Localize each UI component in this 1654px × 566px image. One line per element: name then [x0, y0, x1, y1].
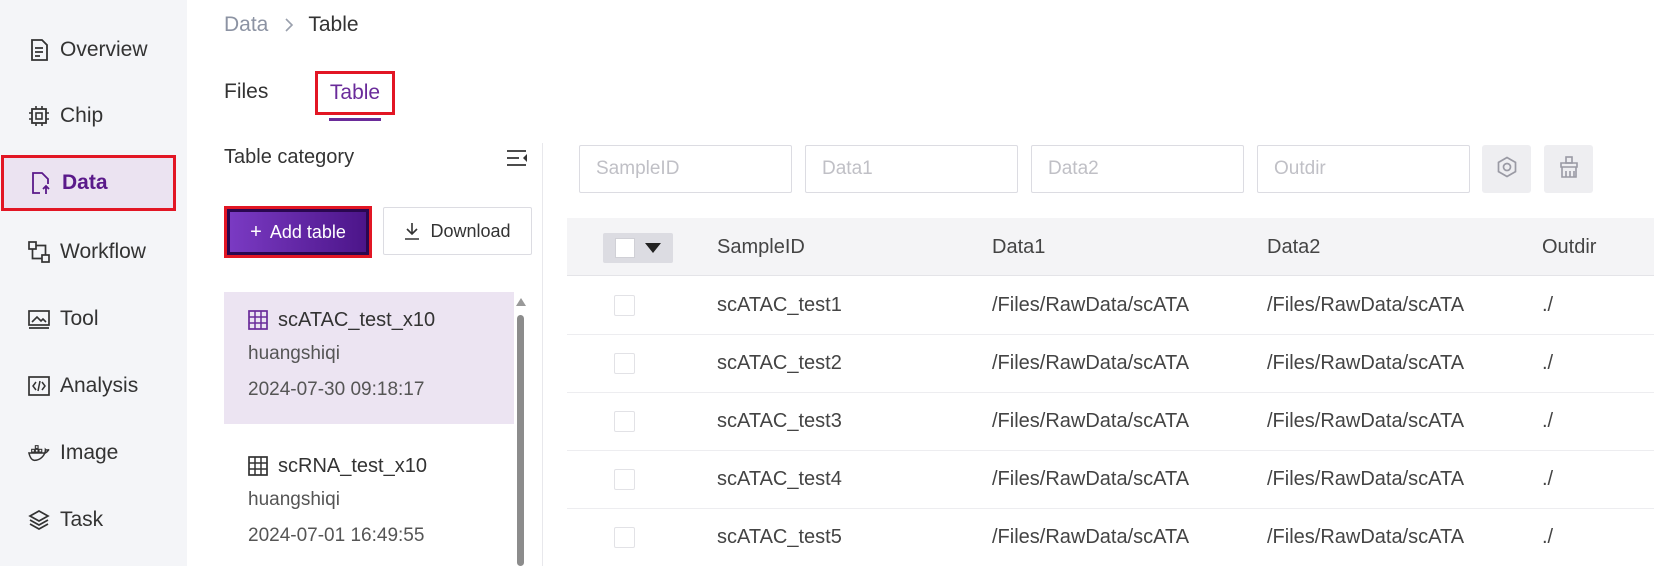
cell-sampleid: scATAC_test2 [717, 352, 842, 374]
row-checkbox[interactable] [614, 353, 635, 374]
row-checkbox[interactable] [614, 411, 635, 432]
cell-data1: /Files/RawData/scATA [992, 352, 1190, 374]
data2-filter-input[interactable] [1031, 145, 1244, 193]
download-button[interactable]: Download [383, 207, 532, 255]
row-checkbox[interactable] [614, 295, 635, 316]
sidebar-item-task[interactable]: Task [0, 490, 187, 550]
cell-data1: /Files/RawData/scATA [992, 468, 1190, 490]
column-header: Data2 [1267, 236, 1321, 258]
sidebar-item-label: Data [62, 171, 108, 194]
category-title: Table category [224, 146, 355, 168]
sidebar-item-label: Workflow [60, 240, 146, 263]
settings-button[interactable] [1482, 145, 1531, 193]
cell-data1: /Files/RawData/scATA [992, 526, 1190, 548]
sidebar-item-label: Tool [60, 307, 99, 330]
table-header: SampleID Data1 Data2 Outdir [567, 218, 1654, 276]
plus-icon: + [250, 220, 262, 243]
image-tool-icon [28, 308, 50, 330]
sidebar-item-label: Overview [60, 38, 148, 61]
select-all-checkbox[interactable] [615, 238, 635, 258]
table-row[interactable]: scATAC_test1 /Files/RawData/scATA /Files… [567, 277, 1654, 335]
table-row[interactable]: scATAC_test4 /Files/RawData/scATA /Files… [567, 451, 1654, 509]
tab-table[interactable]: Table [315, 71, 395, 115]
tab-files[interactable]: Files [224, 80, 268, 104]
column-header: Outdir [1542, 236, 1597, 258]
category-owner: huangshiqi [248, 489, 340, 510]
cell-data2: /Files/RawData/scATA [1267, 468, 1465, 490]
breadcrumb-current: Table [308, 13, 359, 36]
breadcrumb-parent[interactable]: Data [224, 13, 268, 37]
row-checkbox[interactable] [614, 527, 635, 548]
chip-icon [28, 105, 50, 127]
panel-divider [542, 143, 543, 566]
sidebar-item-overview[interactable]: Overview [0, 20, 187, 80]
sidebar-item-workflow[interactable]: Workflow [0, 222, 187, 282]
category-owner: huangshiqi [248, 343, 340, 364]
clear-button[interactable] [1544, 145, 1593, 193]
workflow-icon [28, 241, 50, 263]
cell-data2: /Files/RawData/scATA [1267, 352, 1465, 374]
file-upload-icon [30, 172, 52, 194]
download-label: Download [430, 220, 511, 241]
column-header: Data1 [992, 236, 1046, 258]
cell-outdir: ./ [1542, 352, 1554, 374]
scroll-up-arrow-icon[interactable] [516, 298, 526, 306]
table-category-item[interactable]: scRNA_test_x10 huangshiqi 2024-07-01 16:… [224, 438, 514, 566]
category-date: 2024-07-01 16:49:55 [248, 525, 425, 546]
collapse-panel-icon[interactable] [506, 148, 528, 168]
cell-outdir: ./ [1542, 294, 1554, 316]
settings-icon [1496, 156, 1518, 183]
document-icon [28, 39, 50, 61]
cell-data2: /Files/RawData/scATA [1267, 294, 1465, 316]
add-table-label: Add table [269, 221, 346, 242]
table-row[interactable]: scATAC_test5 /Files/RawData/scATA /Files… [567, 509, 1654, 566]
cell-sampleid: scATAC_test5 [717, 526, 842, 548]
broom-icon [1559, 155, 1579, 183]
category-name: scRNA_test_x10 [278, 454, 427, 477]
caret-down-icon [645, 243, 661, 253]
chevron-right-icon [284, 18, 294, 32]
column-header: SampleID [717, 236, 805, 258]
sidebar-item-label: Task [60, 508, 104, 531]
category-date: 2024-07-30 09:18:17 [248, 379, 425, 400]
layers-icon [28, 509, 50, 531]
sidebar-item-tool[interactable]: Tool [0, 289, 187, 349]
data1-filter-input[interactable] [805, 145, 1018, 193]
breadcrumb: Data Table [224, 13, 359, 37]
table-row[interactable]: scATAC_test2 /Files/RawData/scATA /Files… [567, 335, 1654, 393]
scrollbar-thumb[interactable] [517, 315, 524, 566]
sidebar-item-chip[interactable]: Chip [0, 86, 187, 146]
sampleid-filter-input[interactable] [579, 145, 792, 193]
cell-data2: /Files/RawData/scATA [1267, 526, 1465, 548]
active-tab-indicator [329, 118, 381, 121]
docker-icon [28, 442, 50, 464]
table-icon [248, 456, 268, 476]
download-icon [404, 222, 420, 240]
sidebar-item-image[interactable]: Image [0, 423, 187, 483]
cell-data1: /Files/RawData/scATA [992, 410, 1190, 432]
sidebar: Overview Chip Data Workflow Tool Analysi… [0, 0, 187, 566]
cell-data2: /Files/RawData/scATA [1267, 410, 1465, 432]
cell-sampleid: scATAC_test1 [717, 294, 842, 316]
cell-sampleid: scATAC_test3 [717, 410, 842, 432]
cell-sampleid: scATAC_test4 [717, 468, 842, 490]
cell-outdir: ./ [1542, 526, 1554, 548]
select-all-dropdown[interactable] [603, 233, 673, 263]
sidebar-item-data[interactable]: Data [1, 155, 176, 211]
table-row[interactable]: scATAC_test3 /Files/RawData/scATA /Files… [567, 393, 1654, 451]
cell-outdir: ./ [1542, 468, 1554, 490]
cell-data1: /Files/RawData/scATA [992, 294, 1190, 316]
row-checkbox[interactable] [614, 469, 635, 490]
category-name: scATAC_test_x10 [278, 308, 436, 331]
sidebar-item-analysis[interactable]: Analysis [0, 356, 187, 416]
sidebar-item-label: Image [60, 441, 119, 464]
sidebar-item-label: Analysis [60, 374, 139, 397]
table-icon [248, 310, 268, 330]
table-category-item[interactable]: scATAC_test_x10 huangshiqi 2024-07-30 09… [224, 292, 514, 424]
add-table-button[interactable]: + Add table [224, 206, 372, 258]
outdir-filter-input[interactable] [1257, 145, 1470, 193]
code-icon [28, 375, 50, 397]
sidebar-item-label: Chip [60, 104, 104, 127]
cell-outdir: ./ [1542, 410, 1554, 432]
